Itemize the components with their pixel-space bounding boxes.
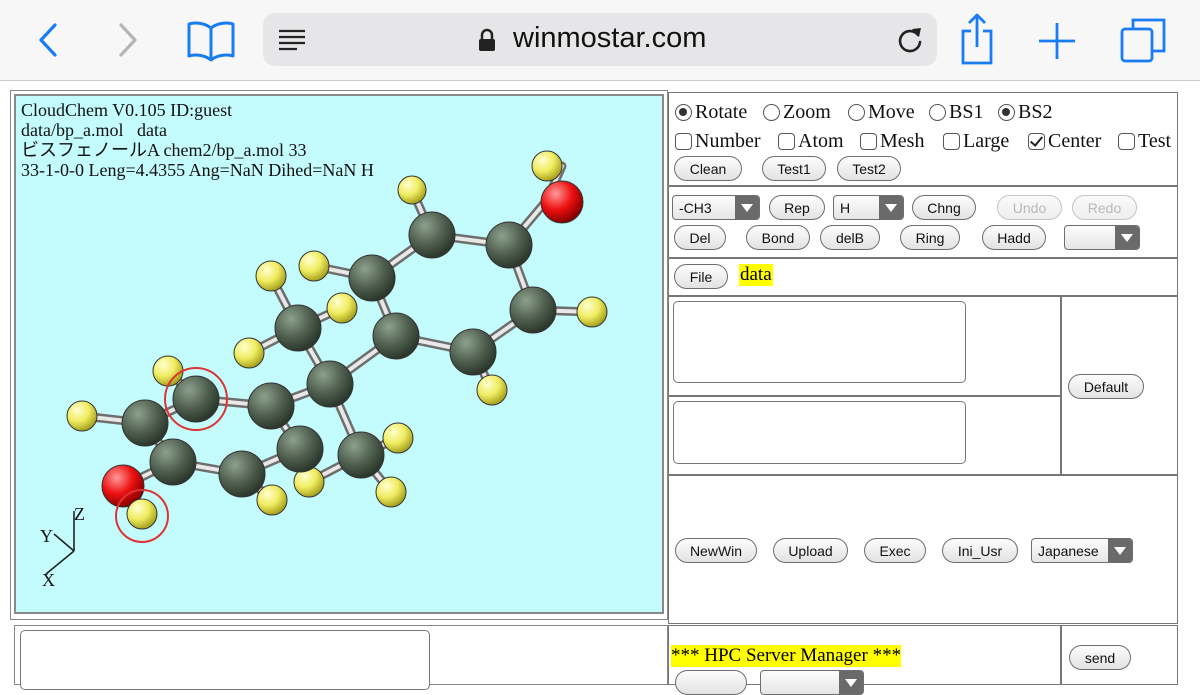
checkbox-center[interactable]: Center: [1028, 130, 1101, 153]
checkbox-mesh-label: Mesh: [880, 130, 925, 152]
radio-bs1-circle[interactable]: [929, 104, 946, 121]
group-select-value: -CH3: [679, 200, 712, 216]
file-name-label: data: [739, 264, 773, 286]
ini-usr-button[interactable]: Ini_Usr: [942, 538, 1018, 563]
new-tab-plus-icon[interactable]: [1036, 20, 1078, 62]
radio-bs2[interactable]: BS2: [998, 101, 1052, 124]
ring-button[interactable]: Ring: [900, 225, 960, 250]
checkbox-atom-box[interactable]: [778, 133, 795, 150]
back-chevron-icon[interactable]: [30, 20, 66, 60]
checkbox-test[interactable]: Test: [1118, 130, 1171, 153]
axis-label-x: X: [42, 570, 55, 590]
group-select[interactable]: -CH3: [672, 195, 760, 220]
forward-chevron-icon[interactable]: [110, 20, 146, 60]
checkbox-center-box[interactable]: [1028, 133, 1045, 150]
clean-button[interactable]: Clean: [674, 156, 742, 181]
checkbox-large[interactable]: Large: [943, 130, 1009, 153]
url-text[interactable]: winmostar.com: [513, 22, 706, 55]
radio-zoom-label: Zoom: [783, 101, 831, 123]
exec-button[interactable]: Exec: [864, 538, 926, 563]
checkbox-number-label: Number: [695, 130, 761, 152]
checkbox-number[interactable]: Number: [675, 130, 761, 153]
browser-toolbar: winmostar.com: [0, 0, 1200, 81]
share-icon[interactable]: [955, 10, 999, 68]
hpc-partial-button-1[interactable]: [675, 670, 747, 695]
file-button[interactable]: File: [674, 264, 728, 289]
radio-bs1-label: BS1: [949, 101, 984, 123]
bottom-left-textarea[interactable]: [20, 630, 430, 690]
chng-button[interactable]: Chng: [912, 195, 976, 220]
chevron-down-icon: [839, 671, 863, 694]
checkbox-mesh-box[interactable]: [860, 133, 877, 150]
checkbox-large-box[interactable]: [943, 133, 960, 150]
lock-icon: [477, 27, 497, 53]
molecule-model[interactable]: Z Y X: [16, 96, 662, 612]
del-button[interactable]: Del: [674, 225, 726, 250]
test1-button[interactable]: Test1: [762, 156, 826, 181]
input-textarea-2[interactable]: [673, 401, 966, 464]
newwin-button[interactable]: NewWin: [675, 538, 757, 563]
checkbox-large-label: Large: [963, 130, 1010, 152]
radio-bs2-circle[interactable]: [998, 104, 1015, 121]
default-button[interactable]: Default: [1068, 374, 1144, 399]
checkbox-center-label: Center: [1048, 130, 1102, 152]
send-button[interactable]: send: [1069, 645, 1131, 670]
atom-select[interactable]: H: [833, 195, 904, 220]
upload-button[interactable]: Upload: [773, 538, 848, 563]
chevron-down-icon: [1108, 539, 1132, 562]
extra-select[interactable]: [1064, 225, 1140, 250]
test2-button[interactable]: Test2: [837, 156, 901, 181]
rep-button[interactable]: Rep: [769, 195, 825, 220]
reload-icon[interactable]: [895, 25, 925, 55]
input-textarea-1[interactable]: [673, 301, 966, 383]
checkbox-atom-label: Atom: [798, 130, 844, 152]
checkbox-test-label: Test: [1138, 130, 1172, 152]
axis-label-y: Y: [40, 526, 53, 546]
undo-button[interactable]: Undo: [997, 195, 1062, 220]
tabs-icon[interactable]: [1118, 14, 1168, 66]
atom-select-value: H: [840, 200, 851, 216]
radio-bs2-label: BS2: [1018, 101, 1053, 123]
radio-move-label: Move: [868, 101, 915, 123]
reader-lines-icon[interactable]: [277, 27, 307, 53]
redo-button[interactable]: Redo: [1072, 195, 1137, 220]
checkbox-test-box[interactable]: [1118, 133, 1135, 150]
radio-zoom-circle[interactable]: [763, 104, 780, 121]
hadd-button[interactable]: Hadd: [982, 225, 1046, 250]
axis-label-z: Z: [74, 504, 85, 524]
chevron-down-icon: [879, 196, 903, 219]
molecule-viewer-canvas[interactable]: CloudChem V0.105 ID:guest data/bp_a.mol …: [14, 94, 664, 614]
hpc-title: *** HPC Server Manager ***: [671, 645, 902, 667]
checkbox-mesh[interactable]: Mesh: [860, 130, 924, 153]
chevron-down-icon: [735, 196, 759, 219]
language-select[interactable]: Japanese: [1031, 538, 1133, 563]
checkbox-number-box[interactable]: [675, 133, 692, 150]
checkbox-atom[interactable]: Atom: [778, 130, 844, 153]
radio-move-circle[interactable]: [848, 104, 865, 121]
radio-rotate[interactable]: Rotate: [675, 101, 747, 124]
hpc-partial-select[interactable]: [760, 670, 864, 695]
radio-rotate-circle[interactable]: [675, 104, 692, 121]
language-select-value: Japanese: [1038, 543, 1099, 559]
radio-rotate-label: Rotate: [695, 101, 748, 123]
page-content: CloudChem V0.105 ID:guest data/bp_a.mol …: [0, 81, 1200, 695]
address-bar[interactable]: winmostar.com: [263, 13, 937, 66]
radio-move[interactable]: Move: [848, 101, 915, 124]
radio-bs1[interactable]: BS1: [929, 101, 983, 124]
radio-zoom[interactable]: Zoom: [763, 101, 831, 124]
delb-button[interactable]: delB: [820, 225, 880, 250]
chevron-down-icon: [1115, 226, 1139, 249]
bookmarks-book-icon[interactable]: [184, 18, 238, 62]
bond-button[interactable]: Bond: [746, 225, 810, 250]
